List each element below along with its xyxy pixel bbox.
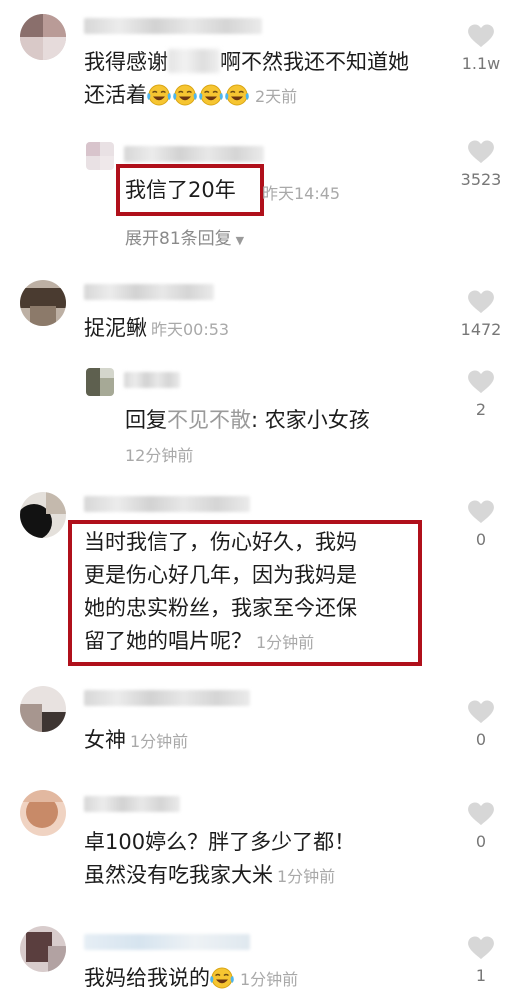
heart-icon [467,140,495,164]
avatar[interactable] [20,14,66,60]
comment-text[interactable]: 我妈给我说的 1分钟前 [84,962,298,996]
timestamp: 昨天14:45 [262,184,341,203]
laugh-cry-emoji-icon [173,83,197,105]
avatar-image-icon [20,686,66,732]
avatar[interactable] [86,142,114,170]
avatar[interactable] [20,686,66,732]
timestamp: 2天前 [255,87,298,106]
like-button[interactable]: 2 [441,370,514,419]
username-blurred[interactable] [84,18,262,34]
avatar[interactable] [20,492,66,538]
comment-text[interactable]: 当时我信了，伤心好久，我妈 更是伤心好几年，因为我妈是 她的忠实粉丝，我家至今还… [84,526,414,659]
username-blurred[interactable] [124,146,264,162]
like-button[interactable]: 1472 [441,290,514,339]
redacted-name [168,49,220,73]
comment-text[interactable]: 捉泥鳅 昨天00:53 [84,312,229,346]
timestamp: 12分钟前 [125,446,194,465]
like-count: 0 [475,730,487,749]
like-button[interactable]: 0 [441,802,514,851]
avatar-image-icon [86,368,114,396]
timestamp: 昨天00:53 [151,320,230,339]
caret-down-icon: ▼ [235,234,245,247]
like-count: 0 [475,530,487,549]
like-button[interactable]: 1 [441,936,514,985]
heart-icon [467,290,495,314]
avatar[interactable] [20,926,66,972]
heart-icon [467,24,495,48]
like-button[interactable]: 0 [441,700,514,749]
avatar-image-icon [20,492,66,538]
username-blurred[interactable] [84,690,250,706]
like-count: 2 [475,400,487,419]
timestamp: 1分钟前 [240,970,299,989]
comment-text[interactable]: 回复不见不散: 农家小女孩 [125,404,370,437]
heart-icon [467,802,495,826]
avatar-image-icon [20,926,66,972]
username-blurred[interactable] [124,372,180,388]
like-count: 0 [475,832,487,851]
username-blurred[interactable] [84,284,214,300]
avatar[interactable] [20,280,66,326]
avatar[interactable] [86,368,114,396]
like-button[interactable]: 3523 [441,140,514,189]
reply-target-name[interactable]: 不见不散 [167,408,251,432]
heart-icon [467,700,495,724]
like-button[interactable]: 0 [441,500,514,549]
like-count: 1472 [460,320,502,339]
like-count: 1.1w [461,54,501,73]
avatar-image-icon [86,142,114,170]
heart-icon [467,500,495,524]
comment-text[interactable]: 我得感谢 啊不然我还不知道她还活着 2天前 [84,46,414,113]
like-button[interactable]: 1.1w [441,24,514,73]
heart-icon [467,936,495,960]
like-count: 3523 [460,170,502,189]
timestamp: 1分钟前 [130,732,189,751]
laugh-cry-emoji-icon [199,83,223,105]
timestamp: 1分钟前 [277,867,336,886]
avatar-image-icon [20,790,66,836]
heart-icon [467,370,495,394]
timestamp: 1分钟前 [256,633,315,652]
username-blurred[interactable] [84,496,250,512]
username-blurred[interactable] [84,934,250,950]
laugh-cry-emoji-icon [147,83,171,105]
comment-text[interactable]: 卓100婷么？胖了多少了都！ 虽然没有吃我家大米 1分钟前 [84,826,414,893]
like-count: 1 [475,966,487,985]
laugh-cry-emoji-icon [225,83,249,105]
expand-replies-button[interactable]: 展开81条回复 ▼ [125,224,244,249]
avatar[interactable] [20,790,66,836]
laugh-cry-emoji-icon [210,966,234,988]
comment-text[interactable]: 我信了20年 [125,174,236,207]
username-blurred[interactable] [84,796,180,812]
comment-text[interactable]: 女神 1分钟前 [84,724,188,758]
avatar-image-icon [20,14,66,60]
avatar-image-icon [20,280,66,326]
